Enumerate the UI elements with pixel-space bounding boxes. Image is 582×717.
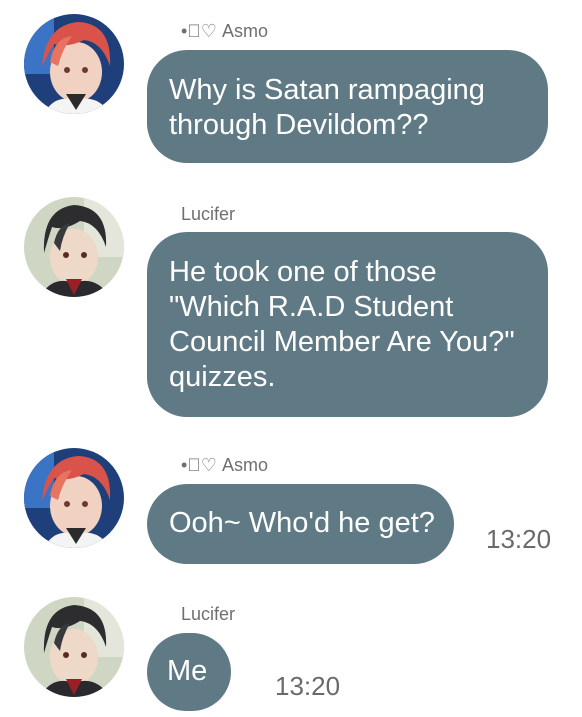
- lucifer-avatar-icon[interactable]: [24, 597, 124, 697]
- asmo-avatar-icon[interactable]: [24, 448, 124, 548]
- message-text-line: through Devildom??: [169, 109, 429, 141]
- asmo-avatar-icon[interactable]: [24, 14, 124, 114]
- message-text-line: He took one of those: [169, 256, 437, 288]
- message-text-line: Council Member Are You?": [169, 326, 515, 358]
- sender-name: Lucifer: [181, 204, 236, 224]
- sender-name: •ু♡ Asmo: [181, 455, 268, 475]
- message-bubble[interactable]: He took one of those "Which R.A.D Studen…: [147, 232, 548, 417]
- chat-thread: •ু♡ Asmo Why is Satan rampaging through …: [0, 0, 582, 717]
- message-bubble[interactable]: Ooh~ Who'd he get?: [147, 484, 454, 564]
- message-text-line: Why is Satan rampaging: [169, 74, 485, 106]
- message-timestamp: 13:20: [486, 524, 552, 554]
- sender-name: •ু♡ Asmo: [181, 21, 268, 41]
- message-timestamp: 13:20: [275, 671, 341, 701]
- lucifer-avatar-icon[interactable]: [24, 197, 124, 297]
- message-bubble[interactable]: Me: [147, 633, 231, 711]
- message-text-line: Me: [167, 655, 208, 687]
- message-text-line: quizzes.: [169, 361, 276, 393]
- message-text-line: "Which R.A.D Student: [169, 291, 454, 323]
- message-text-line: Ooh~ Who'd he get?: [169, 507, 435, 539]
- message-bubble[interactable]: Why is Satan rampaging through Devildom?…: [147, 50, 548, 163]
- sender-name: Lucifer: [181, 604, 236, 624]
